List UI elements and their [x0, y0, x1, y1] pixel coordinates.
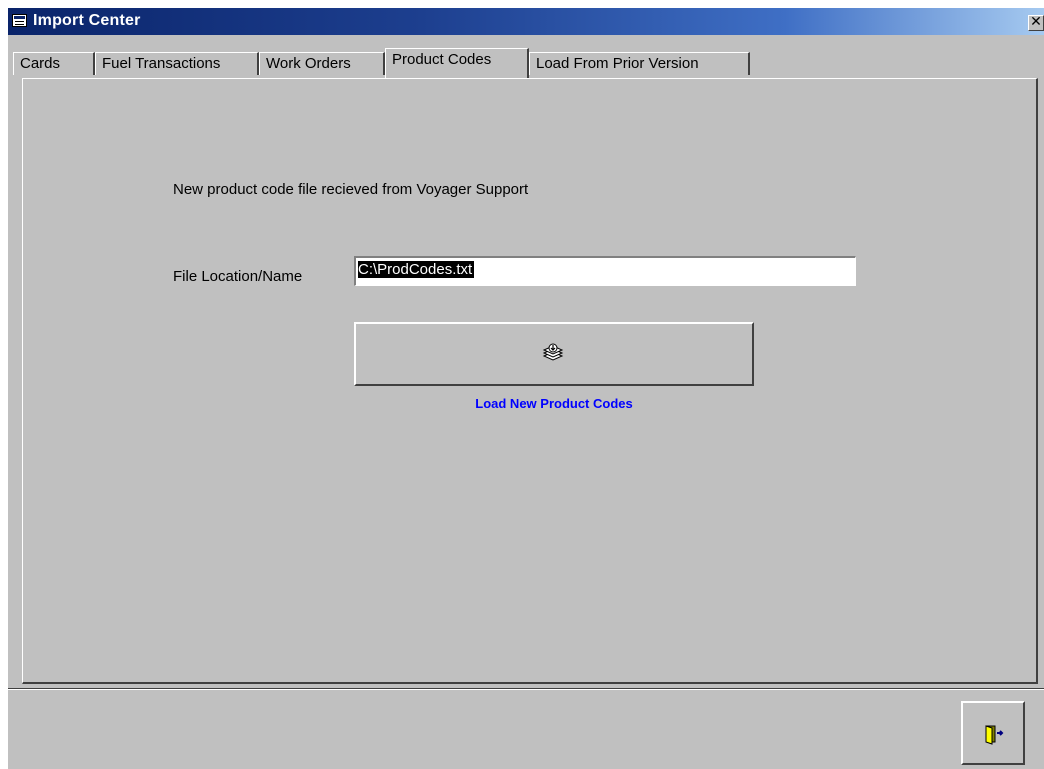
tab-load-from-prior-version[interactable]: Load From Prior Version [529, 52, 750, 75]
form-icon [12, 14, 27, 27]
description-text: New product code file recieved from Voya… [173, 181, 529, 198]
file-location-value: C:\ProdCodes.txt [358, 261, 475, 278]
exit-door-icon [985, 725, 1004, 745]
tab-fuel-transactions[interactable]: Fuel Transactions [95, 52, 259, 75]
footer-divider [8, 688, 1044, 690]
tab-strip: Cards Fuel Transactions Work Orders Prod… [8, 35, 1044, 79]
tab-cards[interactable]: Cards [13, 52, 95, 75]
window-title: Import Center [33, 12, 141, 29]
close-icon: ✕ [1030, 14, 1042, 30]
title-bar[interactable]: Import Center ✕ [8, 8, 1044, 35]
file-location-input[interactable]: C:\ProdCodes.txt [354, 256, 856, 286]
stack-download-icon [542, 343, 564, 361]
exit-button[interactable] [961, 701, 1025, 765]
import-center-window: Import Center ✕ Cards Fuel Transactions … [8, 8, 1044, 769]
file-location-label: File Location/Name [173, 268, 303, 285]
tab-work-orders[interactable]: Work Orders [259, 52, 385, 75]
load-button-caption[interactable]: Load New Product Codes [354, 396, 754, 411]
close-button[interactable]: ✕ [1028, 15, 1044, 31]
tab-product-codes[interactable]: Product Codes [385, 48, 529, 78]
load-new-product-codes-button[interactable] [354, 322, 754, 386]
